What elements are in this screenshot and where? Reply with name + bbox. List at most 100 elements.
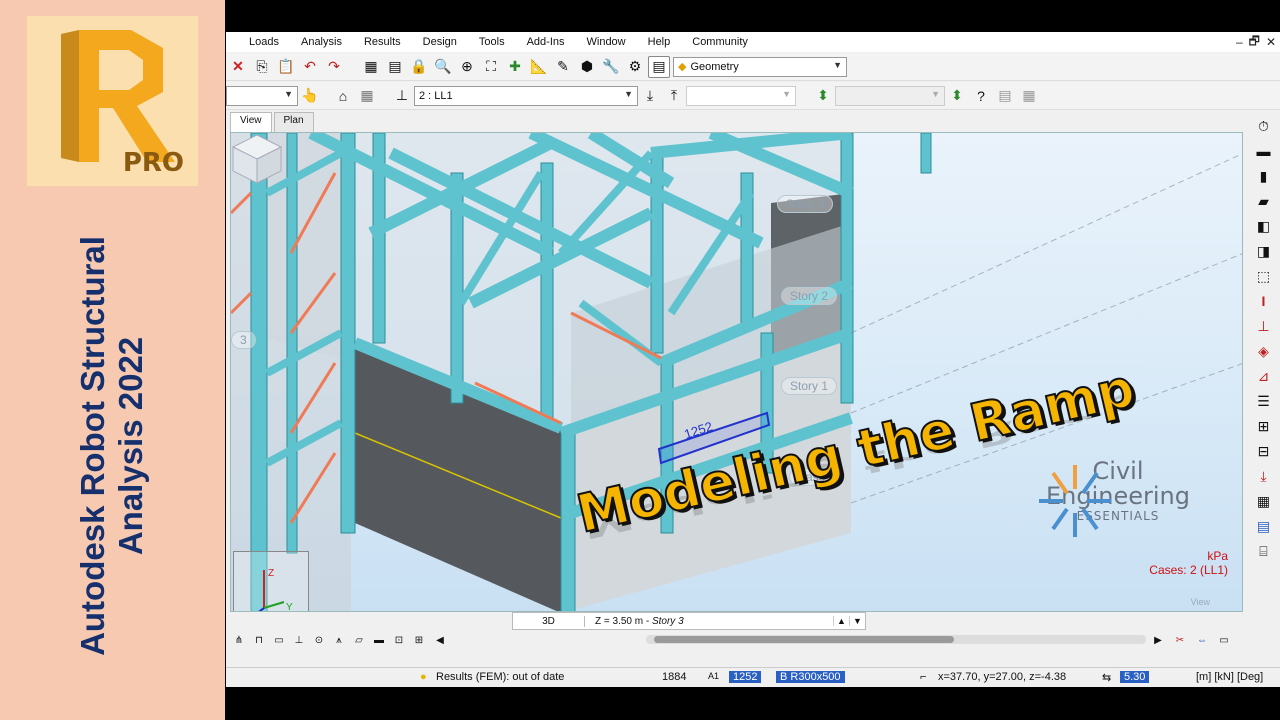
- copy-icon[interactable]: ⎘: [251, 56, 273, 78]
- selection-type-icon: A1: [708, 671, 720, 681]
- cable-icon[interactable]: ⊟: [1251, 440, 1277, 462]
- scrollbar-thumb[interactable]: [654, 636, 954, 643]
- settings-icon[interactable]: ⚙: [624, 56, 646, 78]
- level-down-icon[interactable]: ▼: [849, 616, 865, 626]
- offset-icon[interactable]: ⊞: [1251, 415, 1277, 437]
- menu-add-ins[interactable]: Add-Ins: [516, 36, 576, 48]
- selected-section[interactable]: B R300x500: [776, 671, 845, 683]
- scroll-left-icon[interactable]: ◀: [431, 632, 449, 648]
- selection-icon[interactable]: ⛶: [480, 56, 502, 78]
- units-status[interactable]: [m] [kN] [Deg]: [1196, 671, 1263, 683]
- table-view-icon[interactable]: ▤: [1251, 515, 1277, 537]
- node-numbers-icon[interactable]: ⋔: [230, 632, 248, 648]
- wall-icon[interactable]: ◧: [1251, 215, 1277, 237]
- paste-icon[interactable]: 📋: [275, 56, 297, 78]
- structure-icon[interactable]: ⬢: [576, 56, 598, 78]
- scroll-right-icon[interactable]: ▶: [1149, 632, 1167, 648]
- measure-icon[interactable]: 📐: [528, 56, 550, 78]
- combination-selector[interactable]: ▼: [686, 85, 796, 106]
- load-display-icon[interactable]: ⤒: [663, 85, 685, 107]
- horizontal-scrollbar[interactable]: [646, 635, 1146, 644]
- palette-history-icon[interactable]: ⏱: [1251, 115, 1277, 137]
- section-query-icon[interactable]: ?: [970, 85, 992, 107]
- delete-icon[interactable]: ✕: [227, 56, 249, 78]
- loads-display-icon[interactable]: ⊙: [310, 632, 328, 648]
- numbering-icon[interactable]: ⊞: [410, 632, 428, 648]
- menu-help[interactable]: Help: [637, 36, 682, 48]
- display-options-icon[interactable]: ▦: [356, 85, 378, 107]
- sections-display-icon[interactable]: ▭: [270, 632, 288, 648]
- zoom-window-icon[interactable]: ⊕: [456, 56, 478, 78]
- menu-analysis[interactable]: Analysis: [290, 36, 353, 48]
- selection-toolbar: ▼ 👆 ⌂ ▦ ⊥ 2 : LL1 ▼ ⤓ ⤒ ▼ ⬍ ▼ ⬍ ? ▤ ▦: [226, 82, 1280, 110]
- beam-icon[interactable]: ▬: [1251, 140, 1277, 162]
- title-area: [226, 0, 1280, 32]
- close-icon[interactable]: ✕: [1266, 35, 1276, 49]
- work-level-name: Story 3: [651, 615, 684, 627]
- stairs-icon[interactable]: ⌸: [1251, 540, 1277, 562]
- panel-icon[interactable]: ◨: [1251, 240, 1277, 262]
- labels-display-icon[interactable]: ⩚: [330, 632, 348, 648]
- load-case-selector[interactable]: 2 : LL1 ▼: [414, 85, 638, 106]
- menu-results[interactable]: Results: [353, 36, 412, 48]
- column-icon[interactable]: ▮: [1251, 165, 1277, 187]
- view-display-icon[interactable]: ⌂: [332, 85, 354, 107]
- tab-view[interactable]: View: [230, 112, 272, 132]
- menu-community[interactable]: Community: [681, 36, 759, 48]
- redo-icon[interactable]: ↷: [323, 56, 345, 78]
- layout-icon[interactable]: ▤: [648, 55, 670, 78]
- grid-step-value[interactable]: 5.30: [1120, 671, 1150, 683]
- nodes-icon[interactable]: ✚: [504, 56, 526, 78]
- menu-tools[interactable]: Tools: [468, 36, 516, 48]
- table-icon[interactable]: ▦: [360, 56, 382, 78]
- material-icon[interactable]: ◈: [1251, 340, 1277, 362]
- results-icon[interactable]: ⬍: [812, 85, 834, 107]
- release-display-icon[interactable]: ✂: [1171, 632, 1189, 648]
- supports-display-icon[interactable]: ⊥: [290, 632, 308, 648]
- load-case-icon[interactable]: ⊥: [391, 85, 413, 107]
- bar-numbers-icon[interactable]: ⊓: [250, 632, 268, 648]
- level-up-icon[interactable]: ▲: [833, 616, 849, 626]
- member-type-icon[interactable]: ☰: [1251, 390, 1277, 412]
- mesh-icon[interactable]: ▦: [1251, 490, 1277, 512]
- symbols-icon[interactable]: ⊡: [390, 632, 408, 648]
- shading-icon[interactable]: ▬: [370, 632, 388, 648]
- view-cube-icon[interactable]: [231, 133, 283, 185]
- print-icon[interactable]: ▦: [1018, 85, 1040, 107]
- panels-display-icon[interactable]: ▱: [350, 632, 368, 648]
- model-viewport[interactable]: 1252 Story 3 Story 2 Story 1 Base 3 Mode…: [230, 132, 1243, 612]
- selected-bar[interactable]: 1252: [729, 671, 762, 683]
- menu-window[interactable]: Window: [576, 36, 637, 48]
- work-level[interactable]: Z = 3.50 m - Story 3: [585, 616, 833, 627]
- section-icon[interactable]: ⬍: [946, 85, 968, 107]
- coordinates-icon: ⌐: [920, 671, 927, 683]
- selection-combo[interactable]: ▼: [226, 85, 298, 106]
- tab-plan[interactable]: Plan: [273, 112, 314, 132]
- section-i-icon[interactable]: I: [1251, 290, 1277, 312]
- layout-selector[interactable]: ◆ Geometry ▼: [673, 56, 847, 77]
- cube-icon[interactable]: ⬚: [1251, 265, 1277, 287]
- logo-pro-label: PRO: [122, 148, 184, 178]
- export-icon[interactable]: ▤: [994, 85, 1016, 107]
- tools-icon[interactable]: 🔧: [600, 56, 622, 78]
- lock-icon[interactable]: 🔒: [408, 56, 430, 78]
- menu-loads[interactable]: Loads: [226, 36, 290, 48]
- edit-icon[interactable]: ✎: [552, 56, 574, 78]
- support-icon[interactable]: ⊥: [1251, 315, 1277, 337]
- minimize-icon[interactable]: –: [1236, 35, 1243, 49]
- menu-design[interactable]: Design: [412, 36, 468, 48]
- undo-icon[interactable]: ↶: [299, 56, 321, 78]
- release-icon[interactable]: ⊿: [1251, 365, 1277, 387]
- results-status[interactable]: Results (FEM): out of date: [436, 671, 564, 683]
- results-selector[interactable]: ▼: [835, 85, 945, 106]
- slab-icon[interactable]: ▰: [1251, 190, 1277, 212]
- restore-icon[interactable]: 🗗: [1249, 32, 1260, 53]
- select-special-icon[interactable]: 👆: [299, 85, 321, 107]
- zoom-icon[interactable]: 🔍: [432, 56, 454, 78]
- load-definition-icon[interactable]: ⤓: [639, 85, 661, 107]
- link-display-icon[interactable]: ⇔: [1193, 632, 1211, 648]
- view-mode[interactable]: 3D: [513, 615, 585, 627]
- tables-icon[interactable]: ▤: [384, 56, 406, 78]
- load-icon[interactable]: ⤓: [1251, 465, 1277, 487]
- display-options-icon[interactable]: ▭: [1215, 632, 1233, 648]
